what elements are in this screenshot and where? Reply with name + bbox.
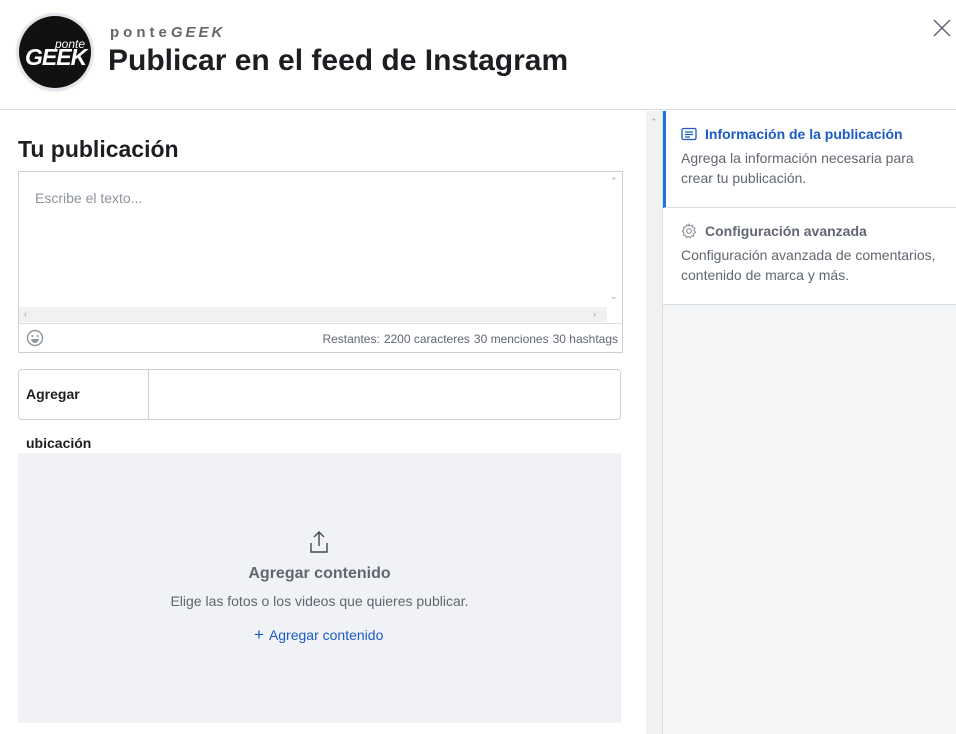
- close-icon: [933, 19, 951, 37]
- dropzone-description: Elige las fotos o los videos que quieres…: [170, 593, 469, 609]
- step-advanced-settings-description: Configuración avanzada de comentarios, c…: [681, 247, 936, 283]
- step-advanced-settings[interactable]: Configuración avanzada Configuración ava…: [663, 208, 956, 305]
- close-button[interactable]: [932, 18, 952, 38]
- step-post-info-header: Información de la publicación: [681, 126, 903, 142]
- counter-prefix: Restantes:: [322, 332, 380, 346]
- plus-icon: +: [254, 625, 264, 644]
- section-title: Tu publicación: [18, 136, 179, 162]
- scroll-left-icon[interactable]: ‹: [24, 310, 27, 319]
- logo-big-text: GEEK: [25, 44, 87, 70]
- media-dropzone[interactable]: Agregar contenido Elige las fotos o los …: [18, 453, 621, 723]
- page-title: Publicar en el feed de Instagram: [108, 44, 569, 77]
- post-editor: Tu publicación ⌃ ⌄ ‹ › Restantes:2200 ca…: [0, 111, 646, 734]
- step-advanced-settings-title: Configuración avanzada: [705, 223, 867, 239]
- hashtags-remaining: 30 hashtags: [552, 332, 618, 346]
- emoji-icon[interactable]: [26, 329, 44, 347]
- location-label: Agregar ubicación: [19, 370, 149, 451]
- step-advanced-settings-header: Configuración avanzada: [681, 223, 867, 239]
- steps-panel: Información de la publicación Agrega la …: [662, 111, 956, 734]
- header: ponte GEEK ponteGEEK Publicar en el feed…: [0, 0, 956, 110]
- brand-name-light: ponte: [110, 24, 171, 41]
- step-post-info-description: Agrega la información necesaria para cre…: [681, 150, 914, 186]
- post-text-input[interactable]: [19, 172, 607, 307]
- step-post-info-title: Información de la publicación: [705, 126, 903, 142]
- upload-icon: [310, 531, 328, 553]
- gear-icon: [681, 223, 697, 239]
- step-post-info[interactable]: Información de la publicación Agrega la …: [663, 111, 956, 208]
- brand-logo: ponte GEEK: [19, 16, 91, 88]
- page-scroll-up-icon[interactable]: ⌃: [650, 117, 658, 128]
- location-input[interactable]: [150, 370, 618, 419]
- scroll-up-icon[interactable]: ⌃: [610, 177, 618, 186]
- add-content-button[interactable]: + Agregar contenido: [254, 625, 384, 644]
- add-content-label: Agregar contenido: [268, 627, 384, 643]
- remaining-counter: Restantes: 2200 caracteres 30 menciones 30 …: [318, 332, 618, 346]
- chars-remaining: 2200 caracteres: [383, 332, 470, 346]
- document-icon: [681, 127, 697, 141]
- mentions-remaining: 30 menciones: [473, 332, 549, 346]
- brand-name-bold: GEEK: [170, 24, 226, 41]
- location-field: Agregar ubicación: [18, 369, 621, 451]
- scroll-down-icon[interactable]: ⌄: [610, 292, 618, 301]
- text-footer: Restantes: 2200 caracteres 30 menciones 30 …: [19, 323, 622, 353]
- text-horizontal-scrollbar[interactable]: ‹ ›: [19, 307, 607, 322]
- page-scrollbar[interactable]: ⌃: [646, 111, 662, 734]
- dropzone-title: Agregar contenido: [248, 565, 391, 582]
- scroll-right-icon[interactable]: ›: [593, 310, 596, 319]
- text-vertical-scrollbar[interactable]: ⌃ ⌄: [606, 172, 622, 307]
- brand-name: ponteGEEK: [110, 24, 225, 41]
- post-text-box: ⌃ ⌄ ‹ › Restantes:2200 caracteres30 menc…: [18, 171, 623, 353]
